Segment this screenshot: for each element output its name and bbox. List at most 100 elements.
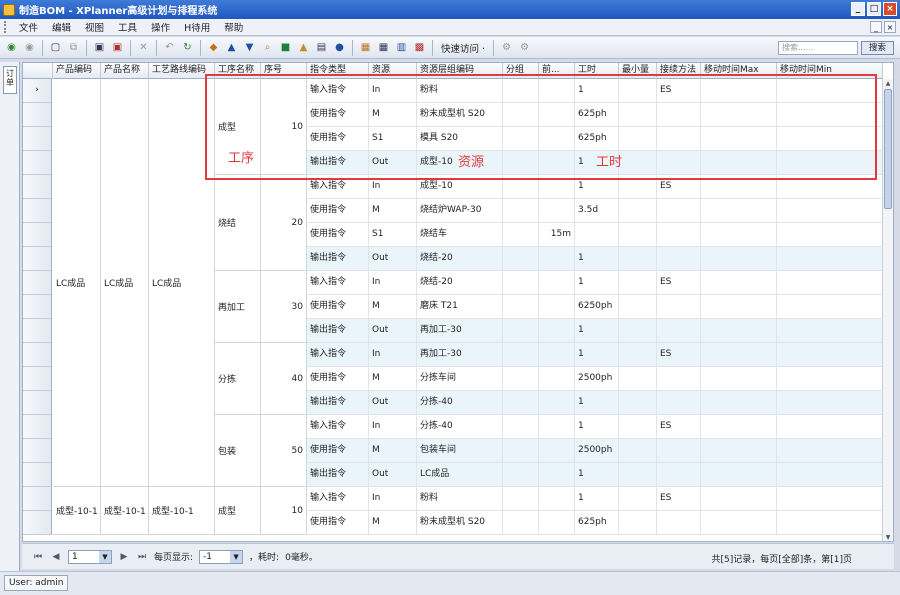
table-cell-time[interactable]: 1 [575,391,619,415]
table-cell-type[interactable]: 输出指令 [307,391,369,415]
table-cell-res[interactable]: M [369,439,417,463]
operation-seq[interactable]: 50 [261,415,307,487]
column-header[interactable]: 工序名称 [215,63,261,79]
table-cell-code[interactable]: 磨床 T21 [417,295,503,319]
globe-icon[interactable]: ● [332,40,347,55]
table-cell-mmax[interactable] [701,223,777,247]
chevron-down-icon[interactable]: ▼ [230,550,243,563]
operation-name[interactable]: 再加工 [215,271,261,343]
table-cell-mmin[interactable] [777,391,883,415]
table-cell-res[interactable]: S1 [369,223,417,247]
table-cell-time[interactable]: 625ph [575,127,619,151]
table-cell-method[interactable]: ES [657,343,701,367]
row-header[interactable] [23,151,52,175]
table-cell-method[interactable] [657,439,701,463]
table-cell-mmax[interactable] [701,511,777,535]
table-cell-min[interactable] [619,487,657,511]
operation-seq[interactable]: 40 [261,343,307,415]
table-cell-mmax[interactable] [701,463,777,487]
menu-view[interactable]: 视图 [78,20,111,34]
table-cell-type[interactable]: 输入指令 [307,487,369,511]
table-cell-min[interactable] [619,151,657,175]
row-header[interactable] [23,103,52,127]
table-cell-code[interactable]: 粉料 [417,79,503,103]
filter-icon[interactable]: ◆ [206,40,221,55]
table-cell-min[interactable] [619,319,657,343]
merged-cell-product-name[interactable]: LC成品 [101,79,149,487]
table-cell-mmin[interactable] [777,271,883,295]
table-cell-time[interactable]: 1 [575,487,619,511]
table-cell-group[interactable] [503,511,539,535]
column-header[interactable]: 资源层组编码 [417,63,503,79]
lock-icon[interactable]: ▲ [296,40,311,55]
table-cell-method[interactable] [657,463,701,487]
table-cell-method[interactable]: ES [657,415,701,439]
operation-seq[interactable]: 10 [261,487,307,535]
table-cell-mmax[interactable] [701,199,777,223]
merged-cell-product-code[interactable]: 成型-10-1 [53,487,101,535]
table-cell-type[interactable]: 使用指令 [307,127,369,151]
scroll-down-icon[interactable]: ▼ [883,533,893,541]
table-cell-code[interactable]: 包装车间 [417,439,503,463]
table-cell-group[interactable] [503,439,539,463]
table-cell-front[interactable] [539,343,575,367]
table-cell-min[interactable] [619,247,657,271]
table-cell-code[interactable]: 成型-10 [417,175,503,199]
table-cell-group[interactable] [503,151,539,175]
table-cell-code[interactable]: 再加工-30 [417,319,503,343]
table-cell-mmin[interactable] [777,247,883,271]
operation-name[interactable]: 成型 [215,487,261,535]
table-cell-res[interactable]: Out [369,319,417,343]
maximize-button[interactable]: □ [867,2,881,16]
row-header[interactable] [23,391,52,415]
table-cell-time[interactable]: 1 [575,247,619,271]
merged-cell-product-code[interactable]: LC成品 [53,79,101,487]
close-button[interactable]: × [883,2,897,16]
operation-seq[interactable]: 10 [261,79,307,175]
table-cell-method[interactable]: ES [657,271,701,295]
table-cell-method[interactable]: ES [657,79,701,103]
column-header[interactable]: 工时 [575,63,619,79]
table-cell-method[interactable] [657,295,701,319]
table-cell-mmin[interactable] [777,175,883,199]
table-cell-type[interactable]: 使用指令 [307,367,369,391]
column-header[interactable]: 工艺路线编码 [149,63,215,79]
prev-page-icon[interactable]: ◀ [50,552,62,562]
operation-seq[interactable]: 30 [261,271,307,343]
table-cell-time[interactable]: 1 [575,415,619,439]
merged-cell-route[interactable]: LC成品 [149,79,215,487]
row-header[interactable] [23,223,52,247]
table-cell-type[interactable]: 使用指令 [307,511,369,535]
export-icon[interactable]: ■ [278,40,293,55]
table-cell-res[interactable]: In [369,79,417,103]
table-cell-mmax[interactable] [701,247,777,271]
merged-cell-route[interactable]: 成型-10-1 [149,487,215,535]
table-cell-code[interactable]: 烧结-20 [417,247,503,271]
table-cell-type[interactable]: 输出指令 [307,319,369,343]
column-header[interactable]: 资源 [369,63,417,79]
merged-cell-product-name[interactable]: 成型-10-1 [101,487,149,535]
table-cell-group[interactable] [503,343,539,367]
table-cell-time[interactable]: 6250ph [575,295,619,319]
table-cell-mmin[interactable] [777,199,883,223]
table-cell-min[interactable] [619,343,657,367]
table-cell-code[interactable]: 分拣-40 [417,415,503,439]
table-cell-mmin[interactable] [777,415,883,439]
table-cell-method[interactable] [657,511,701,535]
table-cell-group[interactable] [503,79,539,103]
table-cell-front[interactable] [539,487,575,511]
table-cell-method[interactable] [657,151,701,175]
table-cell-min[interactable] [619,127,657,151]
table-cell-min[interactable] [619,511,657,535]
table-cell-res[interactable]: M [369,511,417,535]
table-cell-res[interactable]: In [369,343,417,367]
row-header[interactable] [23,127,52,151]
table-cell-time[interactable]: 1 [575,463,619,487]
table-cell-min[interactable] [619,103,657,127]
find-icon[interactable]: ⌕ [260,40,275,55]
table-cell-time[interactable]: 2500ph [575,367,619,391]
table-cell-min[interactable] [619,199,657,223]
menu-tools[interactable]: 工具 [111,20,144,34]
table-cell-time[interactable]: 625ph [575,103,619,127]
row-header[interactable] [23,415,52,439]
